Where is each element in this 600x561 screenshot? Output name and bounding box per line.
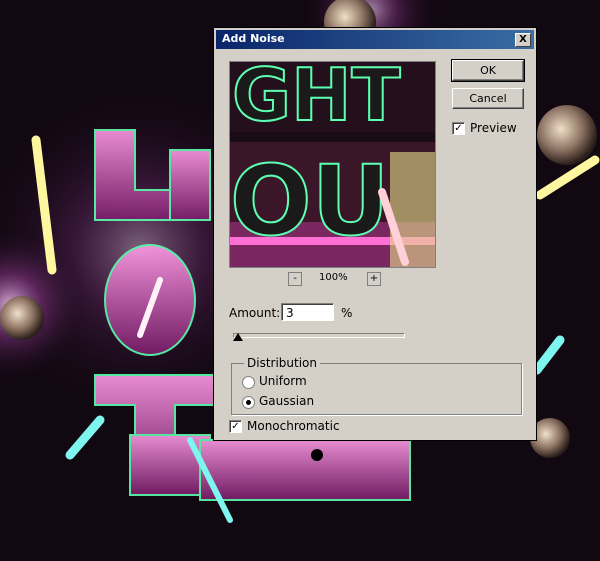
amount-slider-thumb[interactable]	[233, 333, 244, 341]
disco-ball-3	[537, 105, 597, 165]
preview-artwork: GHT OU	[230, 62, 435, 267]
monochromatic-label: Monochromatic	[247, 419, 340, 433]
close-button[interactable]: X	[515, 33, 531, 47]
cancel-button[interactable]: Cancel	[452, 88, 524, 109]
zoom-out-button[interactable]: -	[288, 272, 302, 286]
zoom-level: 100%	[319, 272, 348, 283]
amount-input[interactable]: 3	[281, 303, 334, 321]
distribution-title: Distribution	[244, 356, 321, 370]
gaussian-label: Gaussian	[259, 394, 315, 408]
monochromatic-checkbox[interactable]: ✓	[229, 420, 242, 433]
svg-text:OU: OU	[230, 145, 390, 257]
preview-label: Preview	[470, 121, 517, 135]
amount-slider[interactable]	[233, 333, 405, 338]
amount-label: Amount:	[229, 306, 281, 320]
preview-checkbox[interactable]: ✓	[452, 122, 465, 135]
uniform-radio[interactable]	[242, 376, 255, 389]
zoom-in-button[interactable]: +	[367, 272, 381, 286]
add-noise-dialog: Add Noise X OK Cancel ✓ Preview GHT OU -…	[213, 27, 537, 441]
ok-button[interactable]: OK	[451, 59, 525, 82]
gaussian-radio[interactable]	[242, 396, 255, 409]
title-bar[interactable]: Add Noise X	[216, 30, 534, 49]
uniform-label: Uniform	[259, 374, 307, 388]
distribution-group: Distribution Uniform Gaussian	[231, 356, 522, 415]
dialog-title: Add Noise	[222, 32, 285, 45]
svg-text:GHT: GHT	[232, 62, 400, 137]
disco-ball-1	[0, 296, 44, 340]
preview-image[interactable]: GHT OU	[229, 61, 436, 268]
amount-unit: %	[341, 306, 353, 320]
